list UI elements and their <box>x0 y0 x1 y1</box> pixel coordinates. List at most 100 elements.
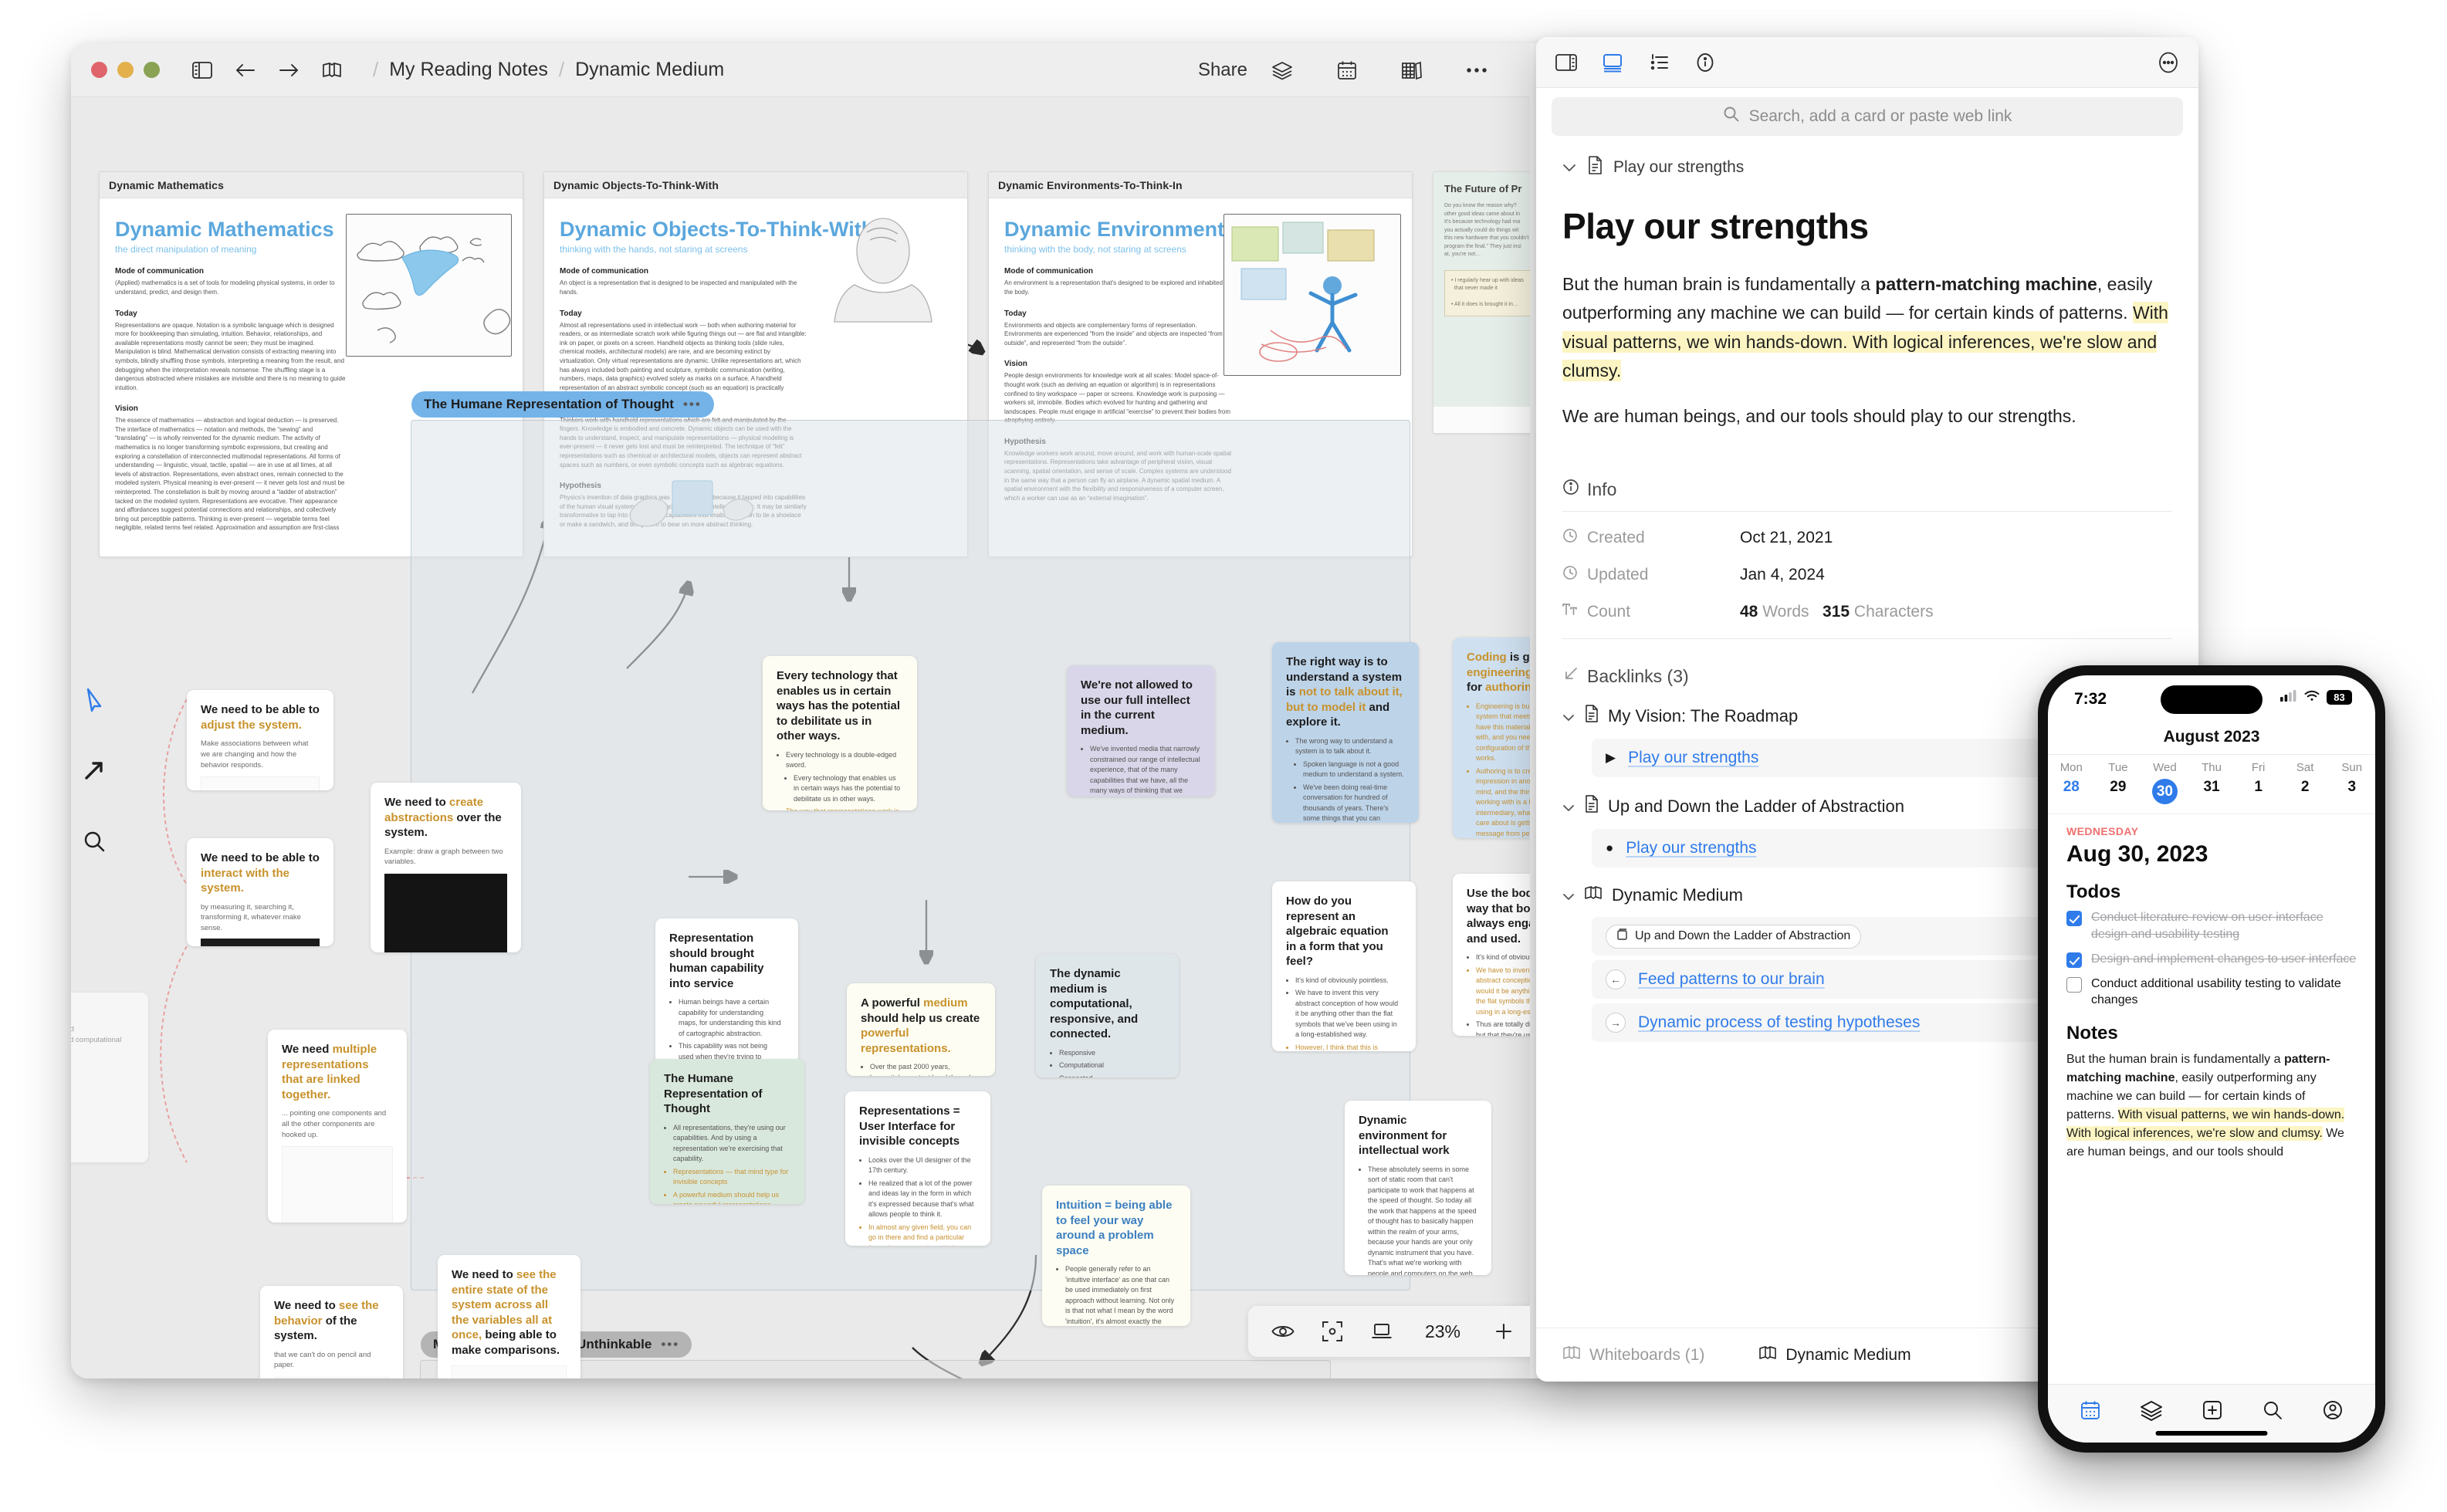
day-of-week-label: WEDNESDAY <box>2066 825 2139 837</box>
note-card-title: Representations = User Interface for inv… <box>859 1104 960 1148</box>
group-label-humane-representation[interactable]: The Humane Representation of Thought ••• <box>411 391 714 418</box>
todo-checkbox[interactable] <box>2066 952 2082 968</box>
footer-whiteboards-button[interactable]: Whiteboards (1) <box>1562 1345 1704 1365</box>
footer-current-whiteboard[interactable]: Dynamic Medium <box>1758 1345 1911 1365</box>
account-icon[interactable] <box>2322 1399 2344 1421</box>
idea-card-interact-system[interactable]: We need to be able to interact with the … <box>187 838 333 946</box>
note-card-humane-representation[interactable]: The Humane Representation of Thought All… <box>650 1059 804 1204</box>
whiteboard-icon[interactable] <box>319 57 345 83</box>
share-button[interactable]: Share <box>1198 59 1247 81</box>
breadcrumb-current[interactable]: Dynamic Medium <box>575 59 724 81</box>
note-card-coding-engineering[interactable]: Coding is good for engineering, bad for … <box>1453 638 1530 838</box>
inspector-breadcrumb[interactable]: Play our strengths <box>1536 144 2198 187</box>
info-icon[interactable] <box>1692 49 1718 76</box>
idea-card-offscreen-left[interactable]: ive, ConnectedDistributed computational … <box>71 993 148 1162</box>
todo-checkbox[interactable] <box>2066 911 2082 926</box>
note-card-representation-human-capability[interactable]: Representation should brought human capa… <box>655 918 798 1065</box>
cursor-tool-icon[interactable] <box>79 684 110 715</box>
layers-icon[interactable] <box>2140 1399 2163 1421</box>
maximize-window-button[interactable] <box>144 62 160 78</box>
chevron-down-icon[interactable] <box>1562 158 1576 177</box>
info-key: Updated <box>1587 566 1649 584</box>
todo-label: Conduct literature review on user interf… <box>2091 911 2323 941</box>
minimize-window-button[interactable] <box>117 62 134 78</box>
idea-card-create-abstractions[interactable]: We need to create abstractions over the … <box>371 783 521 952</box>
zoom-level-label[interactable]: 23% <box>1418 1321 1467 1342</box>
add-icon[interactable] <box>2202 1399 2223 1421</box>
note-card-dynamic-medium-computational[interactable]: The dynamic medium is computational, res… <box>1036 954 1179 1077</box>
toggle-sidebar-icon[interactable] <box>1553 49 1579 76</box>
calendar-month-title[interactable]: August 2023 <box>2048 723 2375 754</box>
calendar-day[interactable]: 3 <box>2328 779 2375 796</box>
more-options-icon[interactable] <box>1464 57 1490 83</box>
back-arrow-icon[interactable] <box>232 57 259 83</box>
preview-eye-icon[interactable] <box>1270 1318 1296 1345</box>
forward-arrow-icon[interactable] <box>276 57 302 83</box>
calendar-day[interactable]: 29 <box>2095 779 2142 796</box>
doc-paragraph-1: But the human brain is fundamentally a p… <box>1562 274 2168 381</box>
chevron-down-icon[interactable] <box>1562 706 1575 726</box>
idea-card-multiple-representations[interactable]: We need multiple representations that ar… <box>268 1030 407 1223</box>
card-view-icon[interactable] <box>1599 49 1626 76</box>
group-menu-icon[interactable]: ••• <box>661 1337 679 1352</box>
note-card-right-way-model[interactable]: The right way is to understand a system … <box>1272 642 1419 823</box>
layers-icon[interactable] <box>1269 57 1295 83</box>
group-menu-icon[interactable]: ••• <box>683 397 702 412</box>
todo-item[interactable]: Design and implement changes to user int… <box>2066 951 2357 968</box>
backlink-item-label[interactable]: Play our strengths <box>1626 839 1756 857</box>
zoom-in-button[interactable] <box>1491 1318 1517 1345</box>
backlink-group-title: My Vision: The Roadmap <box>1608 705 1799 726</box>
idea-card-adjust-system[interactable]: We need to be able to adjust the system.… <box>187 690 333 790</box>
calendar-day[interactable]: 1 <box>2235 779 2282 796</box>
info-section-header[interactable]: Info <box>1562 479 2172 500</box>
calendar-day[interactable]: 31 <box>2188 779 2235 796</box>
weekday-label: Sat <box>2296 761 2314 774</box>
backlink-item-label[interactable]: Dynamic process of testing hypotheses <box>1638 1013 1920 1032</box>
toggle-sidebar-icon[interactable] <box>189 57 215 83</box>
todo-checkbox[interactable] <box>2066 976 2082 993</box>
todo-item[interactable]: Conduct additional usability testing to … <box>2066 976 2357 1010</box>
pen-tool-icon[interactable] <box>79 755 110 786</box>
calendar-day-selected[interactable]: 30 <box>2151 779 2178 804</box>
note-card-dynamic-environment[interactable]: Dynamic environment for intellectual wor… <box>1345 1101 1491 1275</box>
calendar-day[interactable]: 2 <box>2282 779 2329 796</box>
backlink-item-label[interactable]: Feed patterns to our brain <box>1638 970 1825 989</box>
note-card-use-the-body[interactable]: Use the body in the way that body is alw… <box>1453 874 1530 1036</box>
backlink-chip[interactable]: Up and Down the Ladder of Abstraction <box>1606 924 1862 949</box>
search-input[interactable]: Search, add a card or paste web link <box>1552 97 2183 136</box>
note-card-representations-user-interface[interactable]: Representations = User Interface for inv… <box>845 1091 990 1246</box>
wifi-icon <box>2304 690 2320 705</box>
idea-card-see-behavior[interactable]: We need to see the behavior of the syste… <box>260 1286 403 1378</box>
doc-card-header: Dynamic Mathematics <box>100 172 523 198</box>
todo-item[interactable]: Conduct literature review on user interf… <box>2066 909 2357 943</box>
more-options-icon[interactable] <box>2155 49 2181 76</box>
word-count: 48 <box>1740 603 1758 621</box>
idea-card-see-entire-state[interactable]: We need to see the entire state of the s… <box>438 1255 580 1378</box>
backlink-item-label[interactable]: Play our strengths <box>1628 749 1758 767</box>
note-card-algebraic-equation[interactable]: How do you represent an algebraic equati… <box>1272 881 1416 1051</box>
phone-mockup: 7:32 83 August 2023 Mon Tue Wed Thu Fri … <box>2038 665 2385 1453</box>
fit-to-screen-icon[interactable] <box>1369 1318 1395 1345</box>
doc-card-section-body: The essence of mathematics — abstraction… <box>115 417 345 532</box>
footer-current-whiteboard-label: Dynamic Medium <box>1785 1345 1911 1364</box>
fit-to-selection-icon[interactable] <box>1319 1318 1345 1345</box>
calendar-icon[interactable] <box>1334 57 1360 83</box>
info-row-count: Count 48 Words 315 Characters <box>1562 594 2172 631</box>
outline-view-icon[interactable] <box>1646 49 1672 76</box>
breadcrumb-root[interactable]: My Reading Notes <box>389 59 548 81</box>
whiteboard-canvas[interactable]: Dynamic Mathematics Dynamic Mathematics … <box>71 97 1530 1378</box>
note-card-powerful-medium[interactable]: A powerful medium should help us create … <box>847 983 995 1076</box>
zoom-tool-icon[interactable] <box>79 826 110 857</box>
calendar-day[interactable]: 28 <box>2048 779 2095 796</box>
library-icon[interactable] <box>1399 57 1425 83</box>
doc-card-future-of-programming[interactable]: The Future of Pr Do you know the reason … <box>1433 171 1530 434</box>
note-card-every-technology[interactable]: Every technology that enables us in cert… <box>763 656 917 810</box>
close-window-button[interactable] <box>91 62 107 78</box>
chevron-down-icon[interactable] <box>1562 885 1575 905</box>
chevron-down-icon[interactable] <box>1562 797 1575 817</box>
sketch-illustration-person <box>810 214 956 360</box>
note-card-intuition[interactable]: Intuition = being able to feel your way … <box>1042 1186 1190 1326</box>
calendar-icon[interactable] <box>2080 1399 2101 1421</box>
note-card-not-allowed-intellect[interactable]: We're not allowed to use our full intell… <box>1067 665 1215 797</box>
search-icon[interactable] <box>2262 1399 2283 1421</box>
